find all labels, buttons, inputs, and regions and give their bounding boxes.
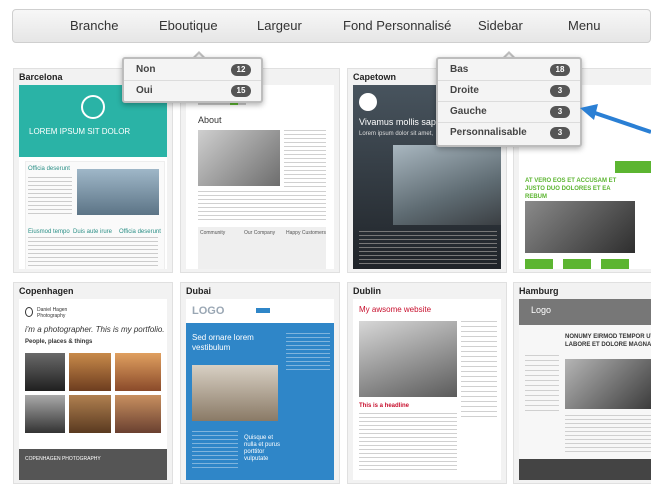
dropdown-option-non[interactable]: Non 12	[124, 60, 261, 81]
nav-branche[interactable]: Branche	[70, 18, 118, 33]
preview-headline: My awsome website	[359, 305, 432, 314]
option-label: Gauche	[450, 106, 487, 117]
preview-text: Community	[200, 230, 226, 236]
theme-preview: LOGO Sed ornare lorem vestibulum Quisque…	[186, 299, 334, 480]
theme-card-dublin[interactable]: Dublin My awsome website This is a headl…	[347, 282, 507, 484]
theme-preview: LOREM IPSUM SIT DOLOR Officia deserunt E…	[19, 85, 167, 269]
preview-text: Our Company	[244, 230, 276, 236]
preview-headline: i'm a photographer. This is my portfolio…	[25, 325, 165, 334]
count-badge: 3	[550, 127, 570, 139]
preview-headline: LOREM IPSUM SIT DOLOR	[29, 127, 131, 136]
preview-text: This is a headline	[359, 403, 410, 409]
preview-text: Lorem ipsum dolor sit amet,	[359, 131, 434, 137]
nav-largeur[interactable]: Largeur	[257, 18, 302, 33]
preview-heading: About	[198, 115, 222, 125]
logo-icon	[81, 95, 105, 119]
largeur-dropdown: Non 12 Oui 15	[122, 57, 263, 103]
theme-preview: About Community Our Company Happy Custom…	[186, 85, 334, 269]
theme-card-hamburg[interactable]: Hamburg Logo NONUMY EIRMOD TEMPOR UT LAB…	[513, 282, 651, 484]
preview-text: Duis aute irure	[73, 229, 113, 235]
preview-text: Officia deserunt	[28, 166, 70, 172]
count-badge: 15	[231, 85, 251, 97]
logo-text: LOGO	[192, 305, 225, 317]
sidebar-dropdown: Bas 18 Droite 3 Gauche 3 Personnalisable…	[436, 57, 582, 147]
count-badge: 18	[550, 64, 570, 76]
logo-icon	[359, 93, 377, 111]
logo-text: Logo	[531, 305, 552, 315]
theme-preview: Logo NONUMY EIRMOD TEMPOR UT LABORE ET D…	[519, 299, 651, 480]
preview-text: Officia deserunt	[119, 229, 161, 235]
theme-name: Copenhagen	[19, 286, 74, 296]
theme-name: Capetown	[353, 72, 397, 82]
theme-card-dubai[interactable]: Dubai LOGO Sed ornare lorem vestibulum Q…	[180, 282, 340, 484]
preview-headline: Vivamus mollis sap	[359, 117, 436, 127]
nav-menu[interactable]: Menu	[568, 18, 601, 33]
option-label: Oui	[136, 85, 153, 96]
logo-icon	[25, 307, 33, 317]
nav-eboutique[interactable]: Eboutique	[159, 18, 218, 33]
option-label: Bas	[450, 64, 469, 75]
preview-text: Daniel Hagen Photography	[37, 307, 68, 319]
preview-headline: AT VERO EOS ET ACCUSAM ET JUSTO DUO DOLO…	[525, 178, 617, 200]
dropdown-option-gauche[interactable]: Gauche 3	[438, 102, 580, 123]
count-badge: 3	[550, 85, 570, 97]
preview-text: People, places & things	[25, 339, 93, 345]
theme-preview: Daniel Hagen Photography i'm a photograp…	[19, 299, 167, 480]
nav-sidebar[interactable]: Sidebar	[478, 18, 523, 33]
theme-name: Barcelona	[19, 72, 63, 82]
dropdown-option-bas[interactable]: Bas 18	[438, 60, 580, 81]
option-label: Droite	[450, 85, 479, 96]
dropdown-option-droite[interactable]: Droite 3	[438, 81, 580, 102]
dropdown-option-personnalisable[interactable]: Personnalisable 3	[438, 123, 580, 143]
pointer-arrow-icon	[580, 104, 651, 134]
theme-card-copenhagen[interactable]: Copenhagen Daniel Hagen Photography i'm …	[13, 282, 173, 484]
theme-name: Dublin	[353, 286, 381, 296]
preview-headline: Sed ornare lorem vestibulum	[192, 333, 254, 352]
count-badge: 3	[550, 106, 570, 118]
theme-name: Dubai	[186, 286, 212, 296]
preview-text: COPENHAGEN PHOTOGRAPHY	[25, 456, 101, 462]
theme-name: Hamburg	[519, 286, 559, 296]
option-label: Non	[136, 64, 156, 75]
nav-fond-personnalise[interactable]: Fond Personnalisé	[343, 18, 451, 33]
count-badge: 12	[231, 64, 251, 76]
option-label: Personnalisable	[450, 127, 527, 138]
preview-text: Quisque et nulla et purus porttitor vulp…	[244, 435, 281, 462]
preview-text: Eiusmod tempo	[28, 229, 70, 235]
preview-text: Happy Customers	[286, 230, 327, 236]
preview-headline: NONUMY EIRMOD TEMPOR UT LABORE ET DOLORE…	[565, 334, 651, 348]
theme-preview: My awsome website This is a headline	[353, 299, 501, 480]
dropdown-option-oui[interactable]: Oui 15	[124, 81, 261, 101]
